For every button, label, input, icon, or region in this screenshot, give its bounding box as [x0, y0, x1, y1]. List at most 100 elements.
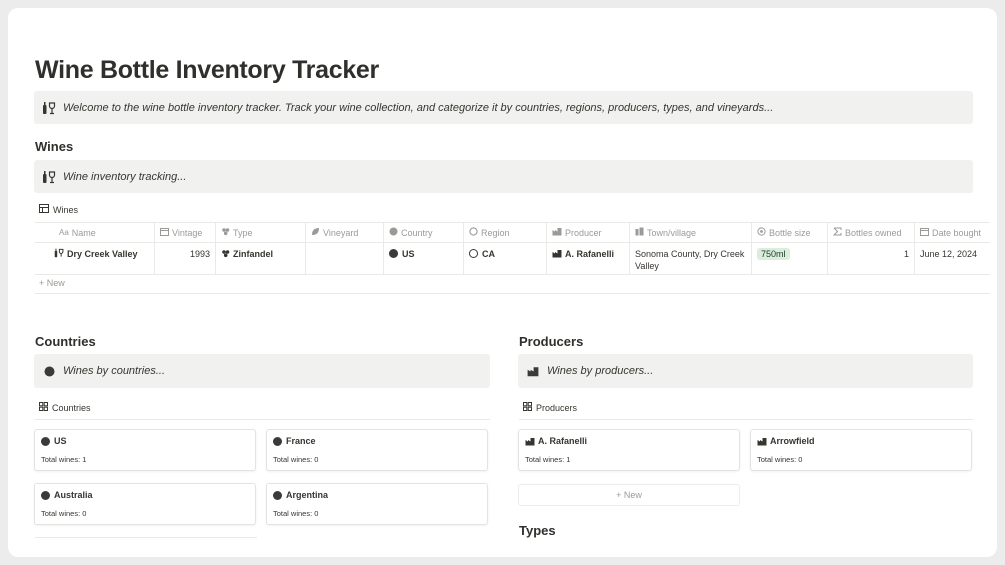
- cell-country[interactable]: US: [384, 243, 464, 274]
- wine-glass-bottle-icon: [42, 101, 56, 115]
- circle-icon: [389, 227, 398, 238]
- cell-date-bought[interactable]: June 12, 2024: [915, 243, 990, 274]
- card-total: Total wines: 0: [41, 509, 87, 518]
- column-header-town[interactable]: Town/village: [630, 223, 752, 242]
- column-header-country[interactable]: Country: [384, 223, 464, 242]
- column-header-type[interactable]: Type: [216, 223, 306, 242]
- countries-heading: Countries: [35, 334, 96, 349]
- new-producer-button[interactable]: + New: [518, 484, 740, 506]
- column-header-producer[interactable]: Producer: [547, 223, 630, 242]
- circle-icon: [273, 436, 282, 446]
- new-row-button[interactable]: + New: [39, 278, 65, 288]
- card-title: US: [54, 436, 67, 446]
- target-icon: [757, 227, 766, 238]
- card-title: Arrowfield: [770, 436, 815, 446]
- wines-heading: Wines: [35, 139, 74, 154]
- intro-callout: Welcome to the wine bottle inventory tra…: [34, 91, 973, 124]
- building-icon: [635, 227, 644, 238]
- countries-view-tab[interactable]: Countries: [39, 402, 91, 413]
- card-title: A. Rafanelli: [538, 436, 588, 446]
- grapes-icon: [221, 249, 230, 259]
- factory-icon: [552, 227, 562, 238]
- producers-callout-text: Wines by producers...: [547, 365, 654, 377]
- cell-region[interactable]: CA: [464, 243, 547, 274]
- card-total: Total wines: 1: [525, 455, 571, 464]
- cell-town[interactable]: Sonoma County, Dry Creek Valley: [630, 243, 752, 274]
- ring-icon: [469, 249, 478, 258]
- card-total: Total wines: 0: [273, 455, 319, 464]
- plus-icon: +: [39, 278, 47, 288]
- circle-icon: [389, 249, 398, 258]
- grapes-icon: [221, 227, 230, 238]
- column-header-vintage[interactable]: Vintage: [155, 223, 216, 242]
- circle-icon: [42, 364, 56, 378]
- wine-glass-bottle-icon: [42, 170, 56, 184]
- table-icon: [39, 204, 49, 215]
- bottle-size-tag: 750ml: [757, 248, 790, 260]
- gallery-icon: [39, 402, 48, 413]
- leaf-icon: [311, 227, 320, 238]
- divider: [519, 419, 973, 420]
- column-header-region[interactable]: Region: [464, 223, 547, 242]
- producers-callout: Wines by producers...: [518, 354, 973, 388]
- column-header-name[interactable]: Aa Name: [35, 223, 155, 242]
- page: Wine Bottle Inventory Tracker Welcome to…: [8, 8, 997, 557]
- circle-icon: [41, 436, 50, 446]
- intro-text: Welcome to the wine bottle inventory tra…: [63, 101, 774, 114]
- cell-vineyard[interactable]: [306, 243, 384, 274]
- producer-card[interactable]: Arrowfield Total wines: 0: [750, 429, 972, 471]
- countries-callout-text: Wines by countries...: [63, 365, 165, 377]
- wines-view-label: Wines: [53, 204, 79, 215]
- wines-callout: Wine inventory tracking...: [34, 160, 973, 193]
- table-header: Aa Name Vintage Type Vineyard Country Reg…: [35, 222, 990, 243]
- card-total: Total wines: 0: [273, 509, 319, 518]
- countries-callout: Wines by countries...: [34, 354, 490, 388]
- wines-table: Aa Name Vintage Type Vineyard Country Reg…: [35, 222, 990, 275]
- factory-icon: [525, 437, 535, 446]
- calendar-icon: [160, 227, 169, 238]
- gallery-icon: [523, 402, 532, 413]
- column-header-bottles-owned[interactable]: Bottles owned: [828, 223, 915, 242]
- wine-glass-bottle-icon: [54, 248, 64, 259]
- cell-name[interactable]: Dry Creek Valley: [35, 243, 155, 274]
- factory-icon: [526, 364, 540, 378]
- card-title: Australia: [54, 490, 93, 500]
- cell-vintage[interactable]: 1993: [155, 243, 216, 274]
- card-total: Total wines: 1: [41, 455, 87, 464]
- country-card[interactable]: France Total wines: 0: [266, 429, 488, 471]
- divider: [35, 293, 990, 294]
- ring-icon: [469, 227, 478, 238]
- cell-type[interactable]: Zinfandel: [216, 243, 306, 274]
- circle-icon: [41, 490, 50, 500]
- card-title: Argentina: [286, 490, 329, 500]
- column-header-date-bought[interactable]: Date bought: [915, 223, 990, 242]
- factory-icon: [757, 437, 767, 446]
- column-header-vineyard[interactable]: Vineyard: [306, 223, 384, 242]
- country-card[interactable]: US Total wines: 1: [34, 429, 256, 471]
- producer-card[interactable]: A. Rafanelli Total wines: 1: [518, 429, 740, 471]
- plus-icon: +: [616, 490, 624, 500]
- country-card[interactable]: Australia Total wines: 0: [34, 483, 256, 525]
- producers-view-tab[interactable]: Producers: [523, 402, 577, 413]
- divider: [35, 537, 257, 538]
- circle-icon: [273, 490, 282, 500]
- wines-view-tab[interactable]: Wines: [39, 204, 78, 215]
- producers-view-label: Producers: [536, 402, 578, 413]
- cell-bottles-owned[interactable]: 1: [828, 243, 915, 274]
- producers-heading: Producers: [519, 334, 584, 349]
- card-total: Total wines: 0: [757, 455, 803, 464]
- table-row[interactable]: Dry Creek Valley 1993 Zinfandel US CA A.…: [35, 243, 990, 275]
- divider: [35, 419, 490, 420]
- wines-callout-text: Wine inventory tracking...: [63, 170, 187, 183]
- sigma-icon: [832, 227, 842, 238]
- calendar-icon: [920, 227, 929, 238]
- types-heading: Types: [519, 523, 556, 538]
- cell-producer[interactable]: A. Rafanelli: [547, 243, 630, 274]
- factory-icon: [552, 249, 562, 259]
- countries-view-label: Countries: [52, 402, 91, 413]
- page-title: Wine Bottle Inventory Tracker: [35, 56, 379, 84]
- card-title: France: [286, 436, 316, 446]
- country-card[interactable]: Argentina Total wines: 0: [266, 483, 488, 525]
- cell-bottle-size[interactable]: 750ml: [752, 243, 828, 274]
- column-header-bottle-size[interactable]: Bottle size: [752, 223, 828, 242]
